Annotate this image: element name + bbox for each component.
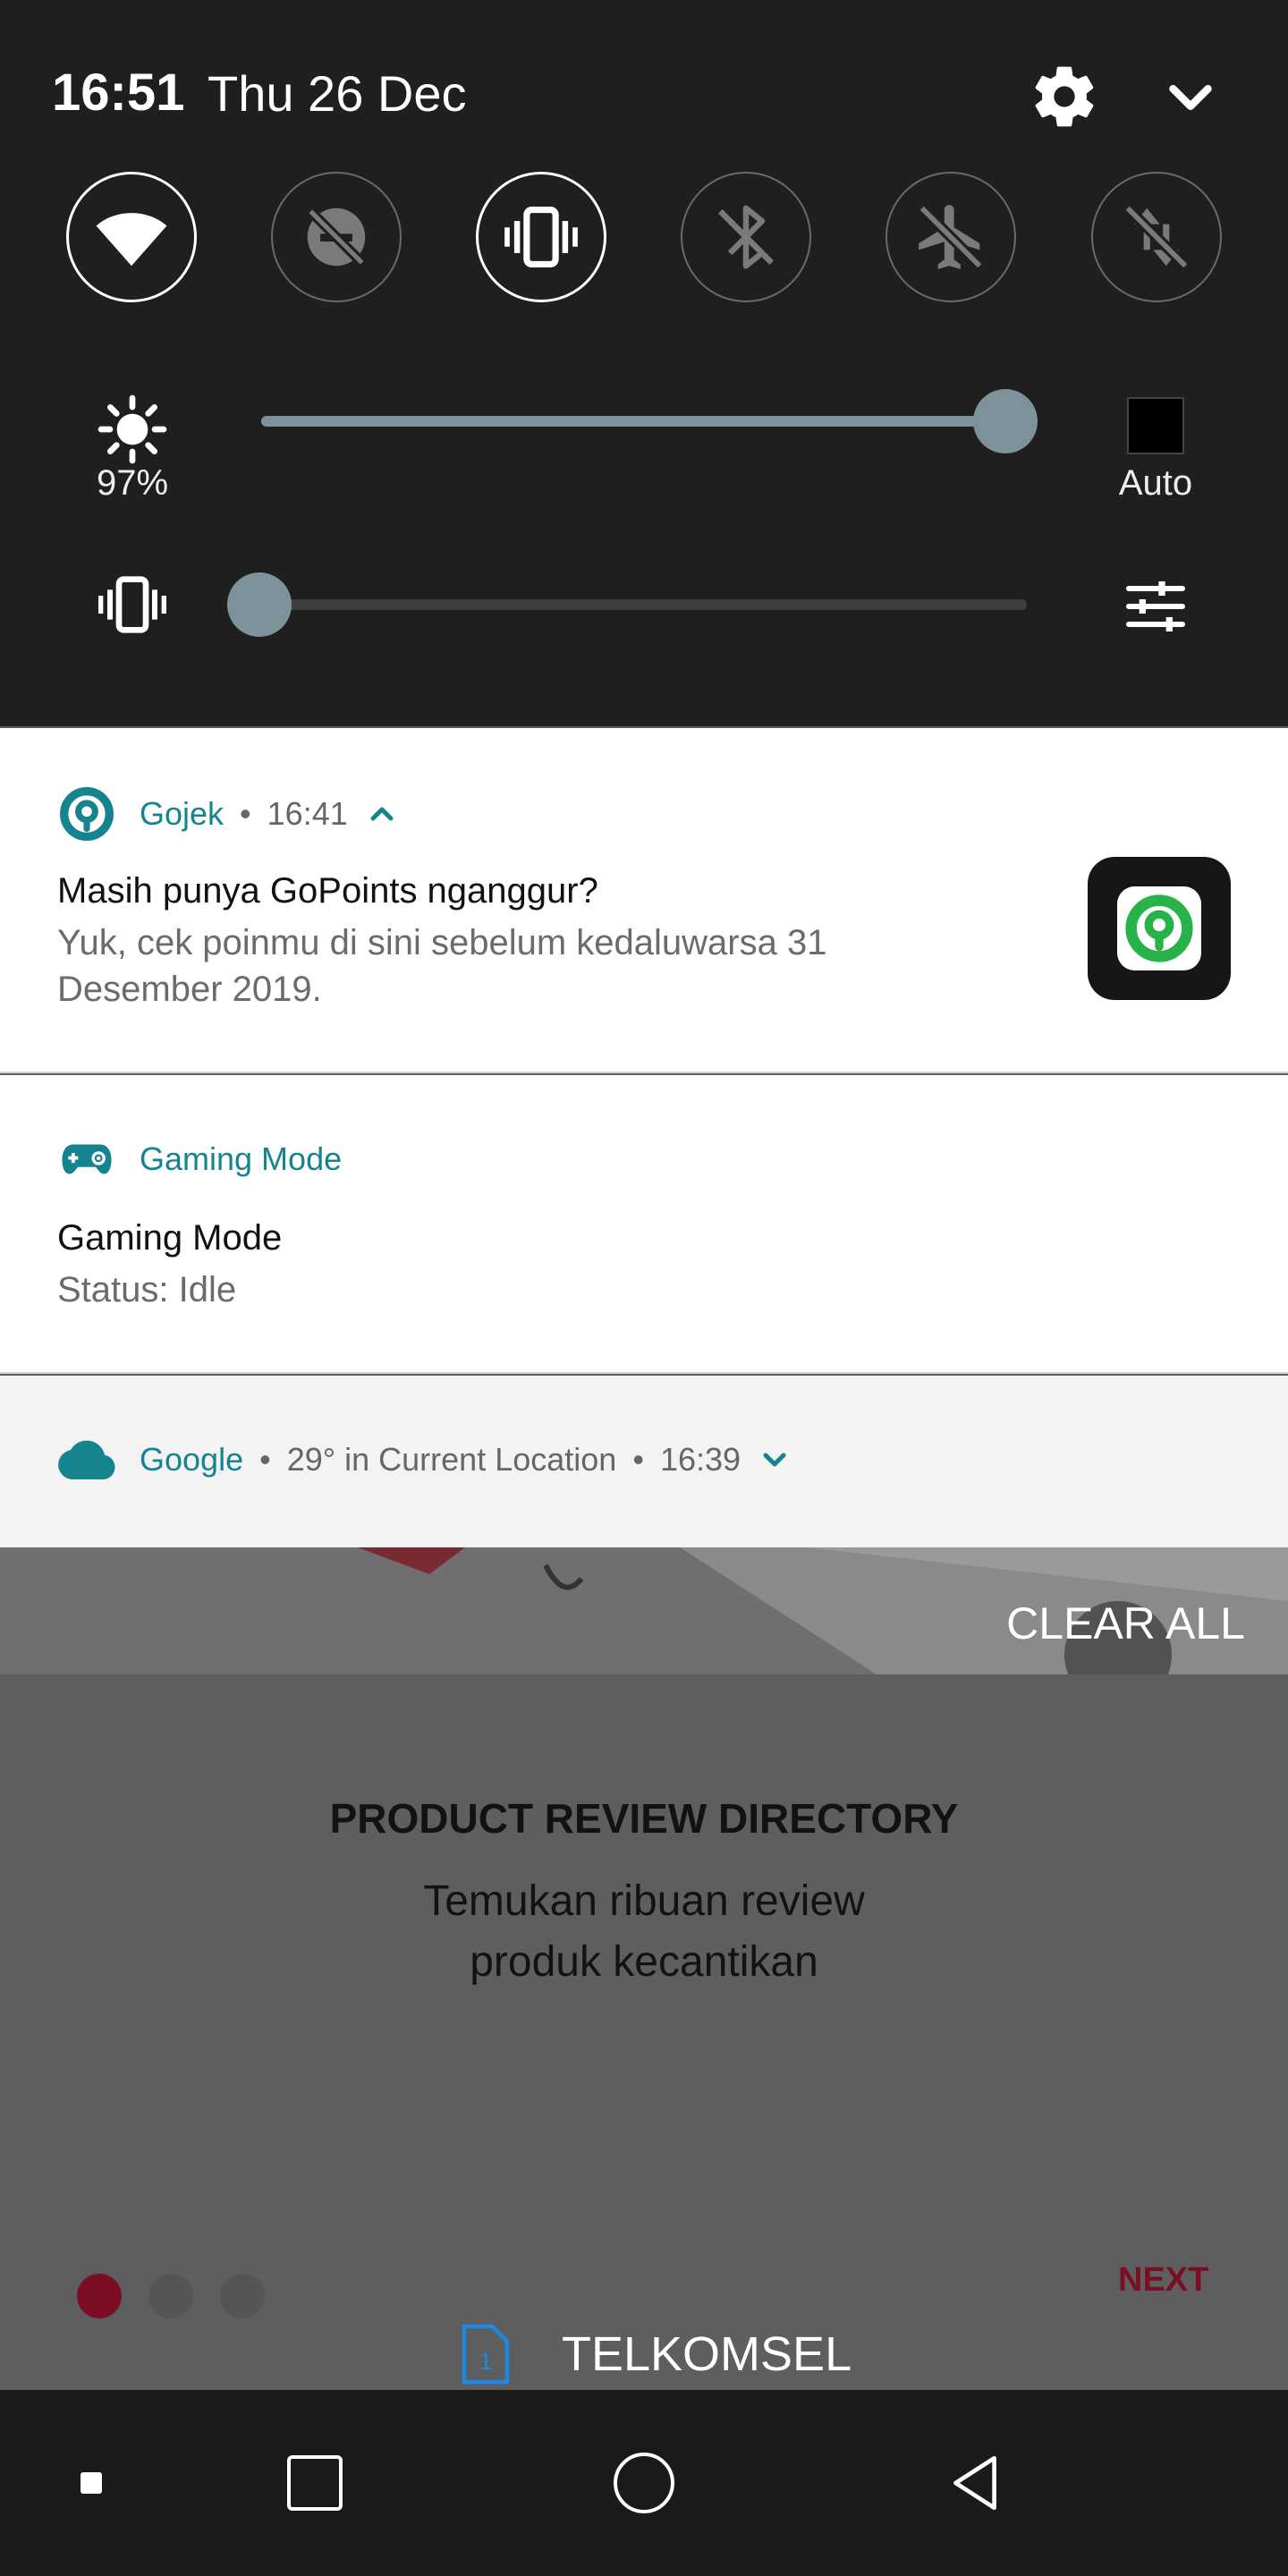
onboarding-subtitle: Temukan ribuan review produk kecantikan xyxy=(0,1871,1288,1993)
notification-header: Gaming Mode xyxy=(57,1132,342,1186)
notification-text-line: Desember 2019. xyxy=(57,970,322,1009)
bluetooth-off-icon xyxy=(718,205,774,269)
brightness-slider[interactable] xyxy=(261,416,1030,427)
gojek-logo-icon xyxy=(1117,886,1201,970)
app-name: Google xyxy=(140,1441,244,1478)
vibrate-icon xyxy=(504,206,578,268)
app-name: Gaming Mode xyxy=(140,1140,343,1177)
auto-brightness-checkbox[interactable] xyxy=(1127,397,1184,454)
auto-brightness-label: Auto xyxy=(1118,463,1193,503)
gojek-large-icon xyxy=(1088,857,1231,1000)
square-dot-icon xyxy=(80,2472,102,2494)
ringer-vibrate-icon[interactable] xyxy=(97,569,168,640)
brightness-slider-fill xyxy=(261,416,982,427)
notification-time: 16:39 xyxy=(659,1441,741,1478)
next-button[interactable]: NEXT xyxy=(1118,2261,1208,2300)
back-triangle-icon xyxy=(953,2455,996,2511)
weather-summary: 29° in Current Location xyxy=(286,1441,617,1478)
gamepad-icon xyxy=(62,1144,112,1174)
app-name: Gojek xyxy=(140,795,225,832)
page-dot xyxy=(148,2274,193,2318)
page-dot xyxy=(220,2274,265,2318)
collapse-chevron-icon[interactable] xyxy=(1156,63,1225,132)
wifi-tile[interactable] xyxy=(66,172,197,302)
vibrate-tile[interactable] xyxy=(476,172,606,302)
notification-text: Yuk, cek poinmu di sini sebelum kedaluwa… xyxy=(57,919,826,1013)
separator-dot: • xyxy=(632,1441,644,1478)
notification-gaming-mode[interactable]: Gaming Mode Gaming Mode Status: Idle xyxy=(0,1075,1288,1374)
clock: 16:51 xyxy=(52,64,185,122)
date: Thu 26 Dec xyxy=(208,65,467,122)
mobile-data-off-icon xyxy=(1123,204,1190,270)
notification-header: Google • 29° in Current Location • 16:39 xyxy=(57,1433,792,1487)
navigation-bar xyxy=(0,2390,1288,2576)
notification-gojek[interactable]: Gojek • 16:41 Masih punya GoPoints ngang… xyxy=(0,728,1288,1073)
brightness-sun-icon xyxy=(97,394,167,464)
onboarding-title: PRODUCT REVIEW DIRECTORY xyxy=(329,1795,959,1842)
clear-all-button[interactable]: CLEAR ALL xyxy=(1006,1597,1245,1649)
sim-card-icon: 1 xyxy=(462,2324,510,2385)
collapse-chevron-up-icon[interactable] xyxy=(364,796,400,832)
quick-settings-panel: 16:51 Thu 26 Dec 97% Auto xyxy=(0,0,1288,726)
nav-back-button[interactable] xyxy=(886,2390,1064,2576)
settings-gear-icon[interactable] xyxy=(1029,61,1100,132)
cloud-icon xyxy=(58,1440,115,1479)
data-saver-icon xyxy=(307,208,366,267)
page-dot xyxy=(77,2274,122,2318)
quick-tiles-row xyxy=(66,172,1222,302)
carrier-info: 1 TELKOMSEL xyxy=(460,2320,852,2388)
notification-header: Gojek • 16:41 xyxy=(57,787,400,841)
onboarding-subtitle-line: Temukan ribuan review xyxy=(423,1877,865,1925)
notification-text: Status: Idle xyxy=(57,1270,237,1309)
notification-title: Masih punya GoPoints nganggur? xyxy=(57,871,598,911)
airplane-off-icon xyxy=(918,204,984,270)
recents-square-icon xyxy=(287,2455,343,2511)
sound-settings-tune-icon[interactable] xyxy=(1120,571,1191,642)
notification-time: 16:41 xyxy=(267,795,348,832)
nav-home-button[interactable] xyxy=(555,2390,733,2576)
gojek-app-icon xyxy=(60,787,114,841)
brightness-slider-thumb[interactable] xyxy=(973,389,1038,453)
mobile-data-tile[interactable] xyxy=(1091,172,1222,302)
nav-recents-button[interactable] xyxy=(225,2390,404,2576)
sim-slot-number: 1 xyxy=(479,2348,493,2375)
separator-dot: • xyxy=(259,1441,271,1478)
bluetooth-tile[interactable] xyxy=(681,172,811,302)
expand-chevron-down-icon[interactable] xyxy=(757,1442,792,1478)
volume-slider[interactable] xyxy=(229,599,1027,610)
brightness-value: 97% xyxy=(96,463,169,503)
notification-title: Gaming Mode xyxy=(57,1218,283,1258)
separator-dot: • xyxy=(240,795,251,832)
volume-slider-thumb[interactable] xyxy=(227,572,292,637)
data-saver-tile[interactable] xyxy=(271,172,402,302)
nav-hide-button[interactable] xyxy=(2,2390,181,2576)
carrier-name: TELKOMSEL xyxy=(562,2327,852,2381)
airplane-mode-tile[interactable] xyxy=(886,172,1016,302)
onboarding-subtitle-line: produk kecantikan xyxy=(470,1938,818,1986)
wifi-icon xyxy=(96,213,167,267)
home-circle-icon xyxy=(614,2453,674,2513)
notification-google-weather[interactable]: Google • 29° in Current Location • 16:39 xyxy=(0,1376,1288,1547)
notification-text-line: Yuk, cek poinmu di sini sebelum kedaluwa… xyxy=(57,923,827,962)
